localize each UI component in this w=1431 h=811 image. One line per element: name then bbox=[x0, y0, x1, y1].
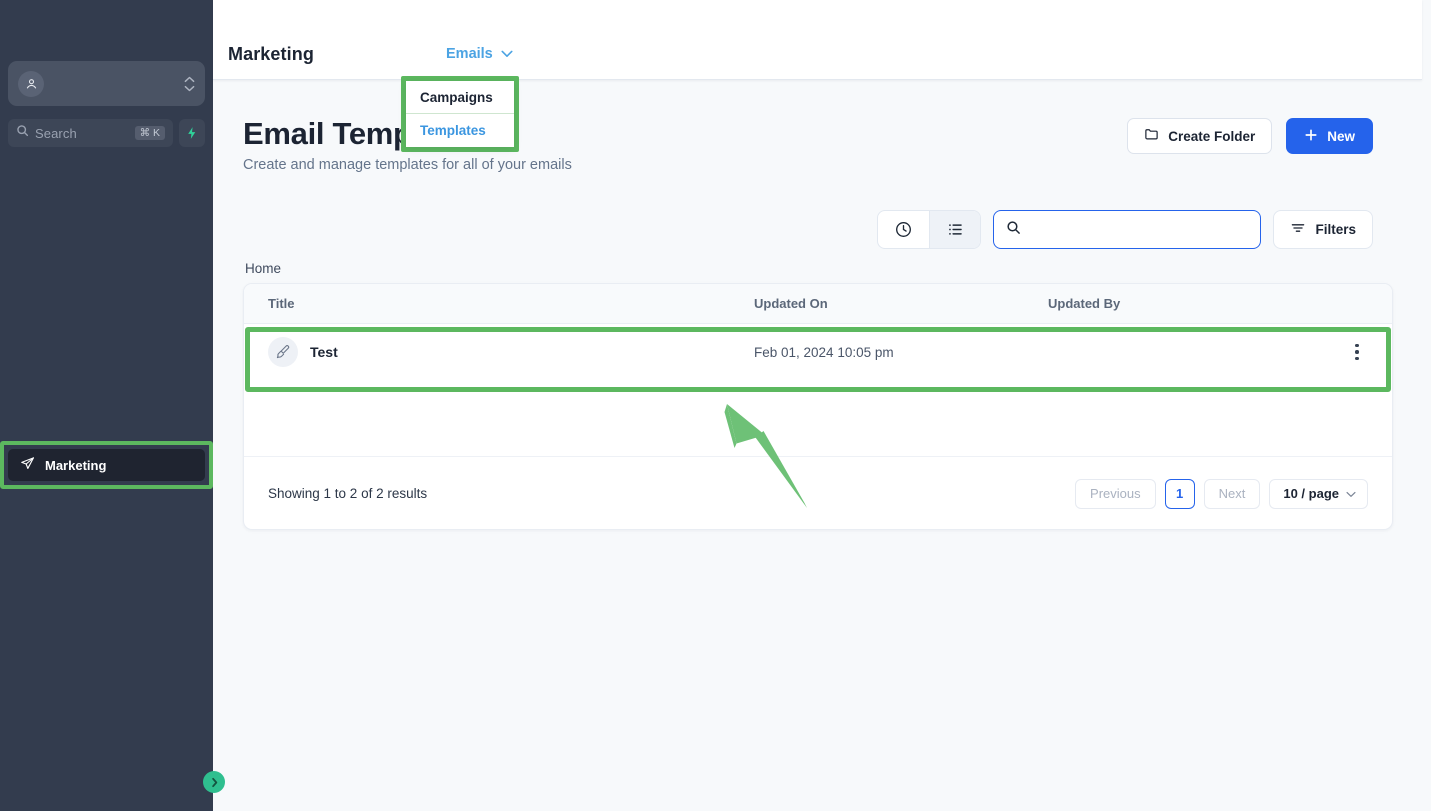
search-input[interactable]: Search ⌘ K bbox=[8, 119, 173, 147]
page-size-select[interactable]: 10 / page bbox=[1269, 478, 1368, 509]
top-bar: Marketing Emails bbox=[213, 0, 1422, 80]
search-icon bbox=[1006, 220, 1021, 240]
row-title-cell: Test bbox=[244, 337, 754, 367]
table-empty-space bbox=[244, 380, 1392, 456]
kebab-menu-icon[interactable] bbox=[1322, 343, 1392, 361]
dropdown-item-templates[interactable]: Templates bbox=[406, 114, 514, 147]
chevron-down-icon bbox=[1346, 486, 1356, 501]
folder-icon bbox=[1144, 127, 1159, 145]
workspace-selector[interactable] bbox=[8, 61, 205, 106]
new-label: New bbox=[1327, 128, 1355, 144]
page-header-actions: Create Folder New bbox=[1127, 118, 1373, 154]
app-root: Search ⌘ K Marketing Marketing Emails Em… bbox=[0, 0, 1431, 811]
pagination: Previous 1 Next 10 / page bbox=[1075, 478, 1368, 509]
chevron-down-icon bbox=[501, 46, 513, 62]
view-mode-group bbox=[877, 210, 982, 249]
column-header-updated-on: Updated On bbox=[754, 296, 828, 311]
next-page-button[interactable]: Next bbox=[1203, 478, 1261, 509]
table-footer: Showing 1 to 2 of 2 results Previous 1 N… bbox=[244, 456, 1392, 529]
user-avatar-icon bbox=[18, 70, 44, 97]
row-updated-on: Feb 01, 2024 10:05 pm bbox=[754, 344, 894, 360]
table-toolbar: Filters bbox=[877, 210, 1373, 249]
sidebar-collapse-button[interactable] bbox=[203, 771, 225, 793]
emails-dropdown-trigger[interactable]: Emails bbox=[446, 46, 513, 62]
table-row[interactable]: Test Feb 01, 2024 10:05 pm bbox=[244, 324, 1392, 380]
table-search-input[interactable] bbox=[1030, 222, 1249, 237]
templates-table-card: Title Updated On Updated By Test Feb 01,… bbox=[243, 283, 1393, 530]
sidebar-search-row: Search ⌘ K bbox=[8, 119, 205, 147]
previous-page-button[interactable]: Previous bbox=[1075, 478, 1156, 509]
row-title-label: Test bbox=[310, 344, 338, 360]
row-actions-cell bbox=[1322, 343, 1392, 361]
create-folder-button[interactable]: Create Folder bbox=[1127, 118, 1273, 154]
table-header-row: Title Updated On Updated By bbox=[244, 284, 1392, 324]
search-icon bbox=[16, 124, 29, 142]
new-button[interactable]: New bbox=[1286, 118, 1373, 154]
paintbrush-icon bbox=[268, 337, 298, 367]
filters-button[interactable]: Filters bbox=[1273, 210, 1373, 249]
sparkle-icon[interactable] bbox=[179, 119, 205, 147]
column-header-title: Title bbox=[268, 296, 295, 311]
sidebar-item-marketing[interactable]: Marketing bbox=[8, 449, 205, 481]
page-subtitle: Create and manage templates for all of y… bbox=[243, 157, 572, 173]
plus-icon bbox=[1304, 128, 1318, 145]
breadcrumb[interactable]: Home bbox=[245, 261, 281, 276]
create-folder-label: Create Folder bbox=[1168, 128, 1256, 144]
list-icon[interactable] bbox=[929, 211, 981, 248]
results-count: Showing 1 to 2 of 2 results bbox=[268, 486, 428, 501]
search-shortcut: ⌘ K bbox=[134, 125, 165, 141]
up-down-chevron-icon bbox=[184, 76, 195, 92]
emails-dropdown-label: Emails bbox=[446, 46, 493, 62]
sidebar: Search ⌘ K Marketing bbox=[0, 0, 225, 811]
clock-icon[interactable] bbox=[878, 211, 929, 248]
dropdown-item-campaigns[interactable]: Campaigns bbox=[406, 81, 514, 114]
emails-dropdown-menu: Campaigns Templates bbox=[406, 81, 514, 147]
sidebar-item-label: Marketing bbox=[45, 457, 107, 473]
page-number-1[interactable]: 1 bbox=[1164, 478, 1195, 509]
column-header-updated-by: Updated By bbox=[1048, 296, 1121, 311]
page-size-label: 10 / page bbox=[1283, 486, 1339, 501]
search-placeholder: Search bbox=[35, 125, 77, 141]
page-breadcrumb-title: Marketing bbox=[228, 44, 314, 64]
paper-plane-icon bbox=[20, 456, 35, 474]
filter-icon bbox=[1290, 220, 1306, 239]
table-search-field[interactable] bbox=[993, 210, 1262, 249]
filters-label: Filters bbox=[1315, 222, 1356, 237]
